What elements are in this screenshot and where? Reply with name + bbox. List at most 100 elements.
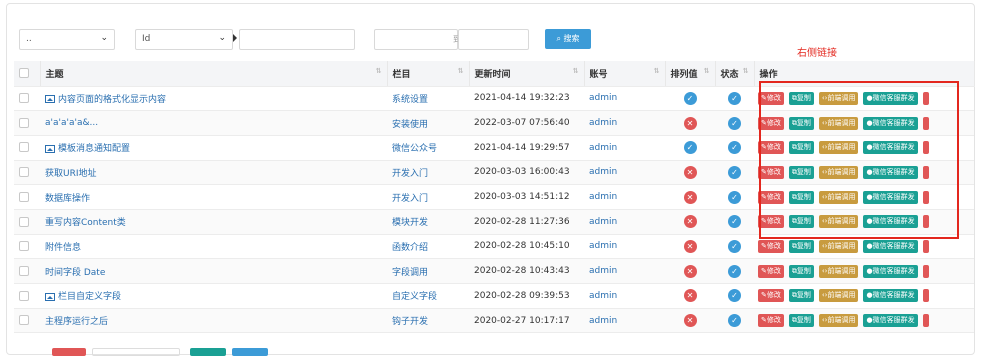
header-category[interactable]: 栏目 ⇅ xyxy=(387,61,470,87)
more-button[interactable] xyxy=(922,289,929,303)
article-title-link[interactable]: 数据库操作 xyxy=(45,194,90,204)
row-checkbox[interactable] xyxy=(19,93,29,104)
user-link[interactable]: admin xyxy=(589,143,617,153)
copy-button[interactable]: ⧉复制 xyxy=(788,239,814,253)
wechat-send-button[interactable]: ●微信客服群发 xyxy=(863,289,918,303)
edit-button[interactable]: ✎修改 xyxy=(758,289,784,303)
row-checkbox[interactable] xyxy=(19,241,29,252)
row-checkbox[interactable] xyxy=(19,290,29,301)
copy-button[interactable]: ⧉复制 xyxy=(788,116,814,130)
category-link[interactable]: 开发入门 xyxy=(392,194,428,204)
edit-button[interactable]: ✎修改 xyxy=(758,116,784,130)
cross-icon[interactable]: ✕ xyxy=(683,239,697,253)
header-status[interactable]: 状态 ⇅ xyxy=(715,61,755,87)
category-link[interactable]: 函数介绍 xyxy=(392,243,428,253)
copy-button[interactable]: ⧉复制 xyxy=(788,91,814,105)
batch-select[interactable] xyxy=(92,348,180,356)
frontend-call-button[interactable]: ‹›前端调用 xyxy=(818,239,859,253)
row-checkbox[interactable] xyxy=(19,265,29,276)
more-button[interactable] xyxy=(922,91,929,105)
copy-button[interactable]: ⧉复制 xyxy=(788,165,814,179)
header-user[interactable]: 账号 ⇅ xyxy=(584,61,666,87)
batch-button[interactable] xyxy=(232,348,268,356)
check-icon[interactable]: ✓ xyxy=(728,165,741,179)
edit-button[interactable]: ✎修改 xyxy=(758,165,784,179)
wechat-send-button[interactable]: ●微信客服群发 xyxy=(863,91,918,105)
wechat-send-button[interactable]: ●微信客服群发 xyxy=(863,314,918,328)
check-icon[interactable]: ✓ xyxy=(683,91,697,105)
frontend-call-button[interactable]: ‹›前端调用 xyxy=(818,91,859,105)
user-link[interactable]: admin xyxy=(589,118,617,128)
wechat-send-button[interactable]: ●微信客服群发 xyxy=(863,264,918,278)
article-title-link[interactable]: 模板消息通知配置 xyxy=(58,144,130,154)
edit-button[interactable]: ✎修改 xyxy=(758,141,784,155)
wechat-send-button[interactable]: ●微信客服群发 xyxy=(863,165,918,179)
frontend-call-button[interactable]: ‹›前端调用 xyxy=(818,264,859,278)
copy-button[interactable]: ⧉复制 xyxy=(788,190,814,204)
header-sort[interactable]: 排列值 ⇅ xyxy=(665,61,716,87)
more-button[interactable] xyxy=(922,141,929,155)
cross-icon[interactable]: ✕ xyxy=(683,116,697,130)
copy-button[interactable]: ⧉复制 xyxy=(788,289,814,303)
select-all-checkbox[interactable] xyxy=(19,68,29,78)
check-icon[interactable]: ✓ xyxy=(728,215,741,229)
user-link[interactable]: admin xyxy=(589,217,617,227)
copy-button[interactable]: ⧉复制 xyxy=(788,314,814,328)
article-title-link[interactable]: 时间字段 Date xyxy=(45,268,105,278)
search-button[interactable]: ⌕ 搜索 xyxy=(545,29,591,49)
frontend-call-button[interactable]: ‹›前端调用 xyxy=(818,314,859,328)
user-link[interactable]: admin xyxy=(589,316,617,326)
article-title-link[interactable]: 重写内容Content类 xyxy=(45,218,126,228)
category-link[interactable]: 模块开发 xyxy=(392,218,428,228)
wechat-send-button[interactable]: ●微信客服群发 xyxy=(863,190,918,204)
category-link[interactable]: 字段调用 xyxy=(392,268,428,278)
edit-button[interactable]: ✎修改 xyxy=(758,239,784,253)
more-button[interactable] xyxy=(922,264,929,278)
cross-icon[interactable]: ✕ xyxy=(683,264,697,278)
check-icon[interactable]: ✓ xyxy=(728,116,741,130)
wechat-send-button[interactable]: ●微信客服群发 xyxy=(863,239,918,253)
row-checkbox[interactable] xyxy=(19,216,29,227)
check-icon[interactable]: ✓ xyxy=(728,314,741,328)
edit-button[interactable]: ✎修改 xyxy=(758,91,784,105)
edit-button[interactable]: ✎修改 xyxy=(758,215,784,229)
category-link[interactable]: 系统设置 xyxy=(392,95,428,105)
user-link[interactable]: admin xyxy=(589,266,617,276)
article-title-link[interactable]: 内容页面的格式化显示内容 xyxy=(58,95,166,105)
category-link[interactable]: 钩子开发 xyxy=(392,317,428,327)
check-icon[interactable]: ✓ xyxy=(728,91,741,105)
article-title-link[interactable]: 获取URI地址 xyxy=(45,169,97,179)
article-title-link[interactable]: a'a'a'a'a&... xyxy=(45,118,98,128)
cross-icon[interactable]: ✕ xyxy=(683,165,697,179)
check-icon[interactable]: ✓ xyxy=(728,190,741,204)
header-time[interactable]: 更新时间 ⇅ xyxy=(469,61,585,87)
keyword-input[interactable] xyxy=(239,29,355,50)
frontend-call-button[interactable]: ‹›前端调用 xyxy=(818,215,859,229)
wechat-send-button[interactable]: ●微信客服群发 xyxy=(863,141,918,155)
delete-button[interactable] xyxy=(52,348,86,356)
row-checkbox[interactable] xyxy=(19,142,29,153)
cross-icon[interactable]: ✕ xyxy=(683,289,697,303)
more-button[interactable] xyxy=(922,215,929,229)
copy-button[interactable]: ⧉复制 xyxy=(788,215,814,229)
frontend-call-button[interactable]: ‹›前端调用 xyxy=(818,165,859,179)
user-link[interactable]: admin xyxy=(589,192,617,202)
copy-button[interactable]: ⧉复制 xyxy=(788,141,814,155)
user-link[interactable]: admin xyxy=(589,167,617,177)
user-link[interactable]: admin xyxy=(589,241,617,251)
frontend-call-button[interactable]: ‹›前端调用 xyxy=(818,141,859,155)
check-icon[interactable]: ✓ xyxy=(728,141,741,155)
frontend-call-button[interactable]: ‹›前端调用 xyxy=(818,289,859,303)
copy-button[interactable]: ⧉复制 xyxy=(788,264,814,278)
cross-icon[interactable]: ✕ xyxy=(683,190,697,204)
article-title-link[interactable]: 主程序运行之后 xyxy=(45,317,108,327)
edit-button[interactable]: ✎修改 xyxy=(758,314,784,328)
order-select[interactable]: Id ⌄ xyxy=(135,29,233,50)
edit-button[interactable]: ✎修改 xyxy=(758,264,784,278)
header-title[interactable]: 主题 ⇅ xyxy=(40,61,388,87)
category-link[interactable]: 安装使用 xyxy=(392,120,428,130)
wechat-send-button[interactable]: ●微信客服群发 xyxy=(863,215,918,229)
edit-button[interactable]: ✎修改 xyxy=(758,190,784,204)
row-checkbox[interactable] xyxy=(19,167,29,178)
article-title-link[interactable]: 附件信息 xyxy=(45,243,81,253)
